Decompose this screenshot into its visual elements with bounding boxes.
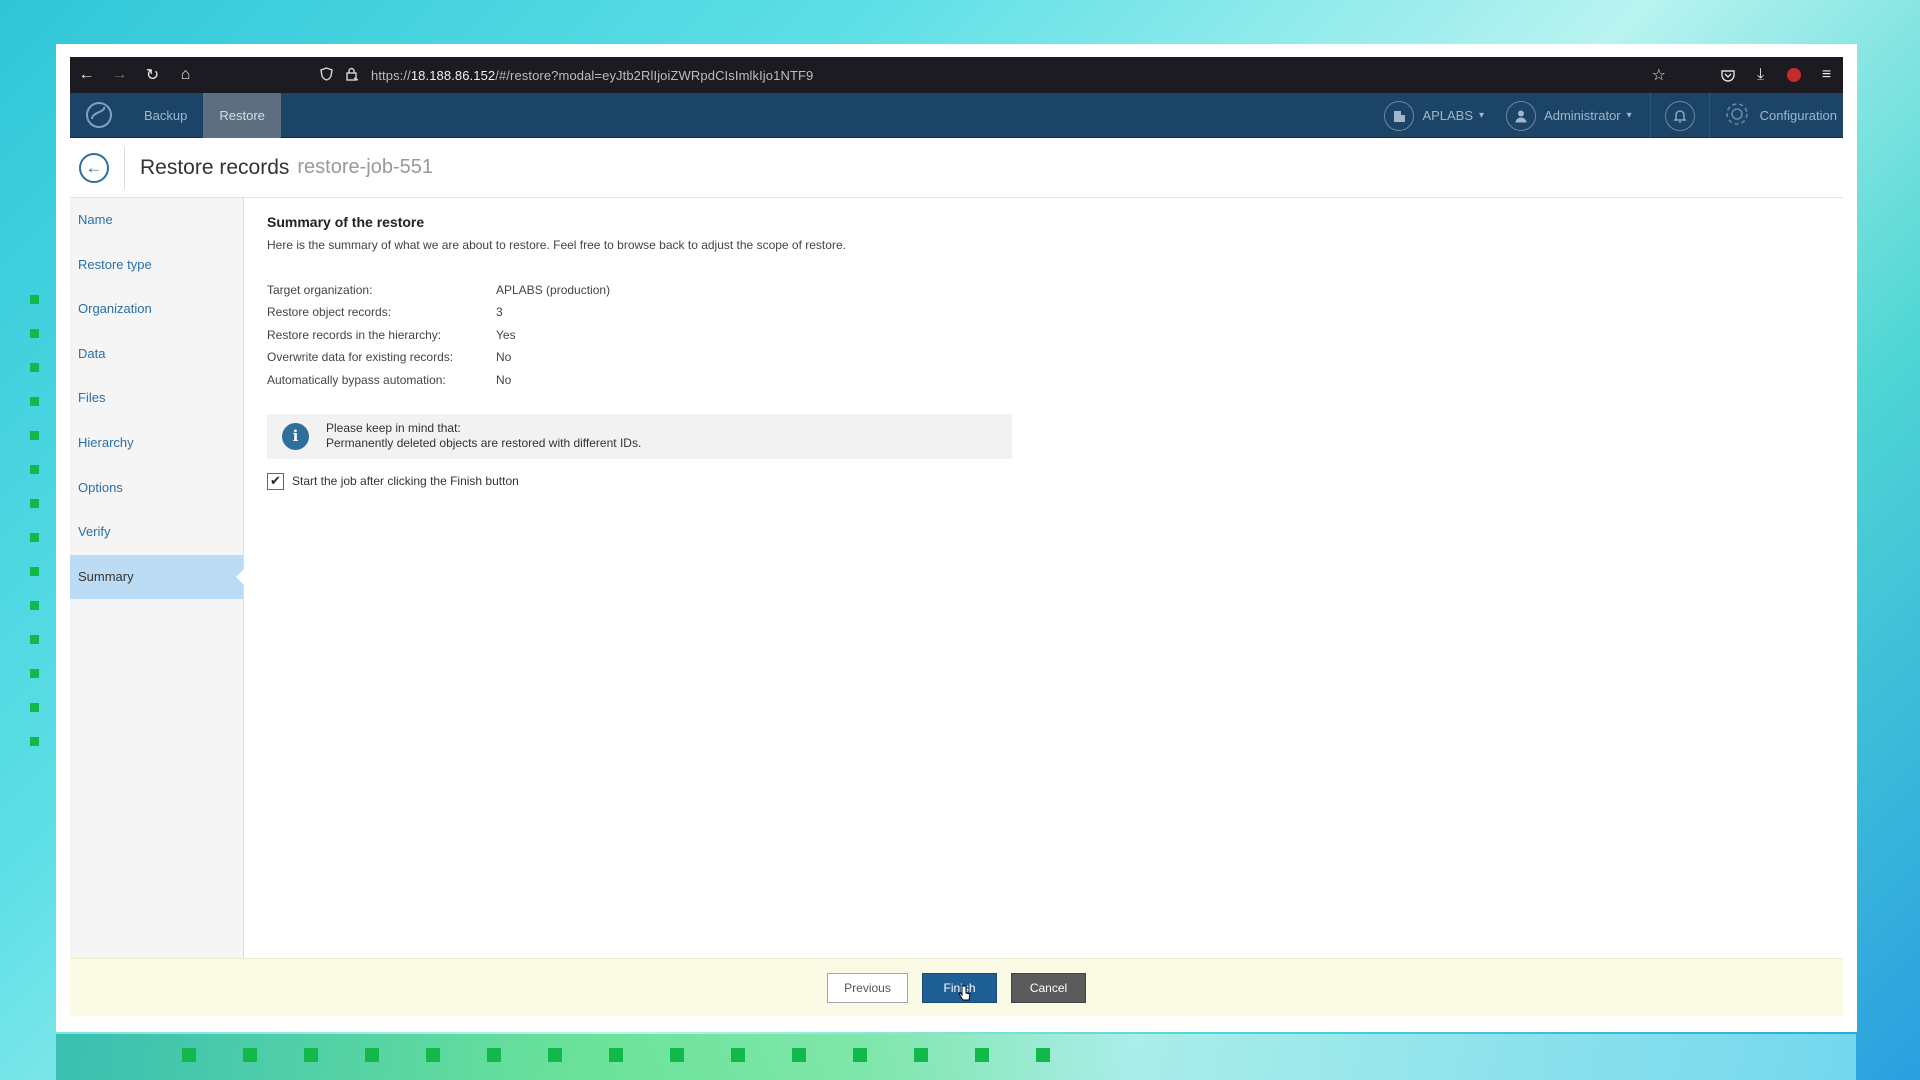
chevron-down-icon: ▾ [1479, 110, 1485, 121]
detail-row: Restore object records: 3 [267, 305, 503, 320]
step-organization[interactable]: Organization [70, 287, 243, 332]
nav-tab-backup[interactable]: Backup [128, 93, 203, 138]
mouse-pointer-icon [958, 985, 971, 1001]
step-data[interactable]: Data [70, 332, 243, 377]
title-divider [124, 146, 125, 189]
cancel-button[interactable]: Cancel [1011, 972, 1086, 1003]
notifications-button[interactable] [1664, 100, 1703, 131]
detail-row: Automatically bypass automation: No [267, 372, 512, 387]
previous-button[interactable]: Previous [827, 972, 908, 1003]
step-files[interactable]: Files [70, 376, 243, 421]
info-icon: i [282, 422, 309, 450]
nav-tab-restore[interactable]: Restore [203, 92, 281, 138]
decorative-dots-horizontal [182, 1048, 1050, 1062]
gear-icon [1722, 99, 1752, 132]
app-logo-icon[interactable] [80, 96, 118, 134]
start-job-option: ✔ Start the job after clicking the Finis… [267, 472, 1767, 490]
step-name[interactable]: Name [70, 198, 243, 243]
step-verify[interactable]: Verify [70, 510, 243, 555]
start-job-checkbox[interactable]: ✔ [267, 472, 284, 490]
org-selector[interactable]: APLABS ▾ [1384, 100, 1485, 131]
ublock-icon[interactable] [1777, 57, 1810, 93]
user-menu[interactable]: Administrator ▾ [1506, 100, 1632, 131]
info-note: i Please keep in mind that: Permanently … [267, 413, 1012, 459]
home-icon[interactable]: ⌂ [169, 57, 202, 93]
bookmark-star-icon[interactable]: ☆ [1652, 65, 1666, 85]
header-divider [1649, 93, 1651, 138]
step-summary[interactable]: Summary [70, 554, 244, 600]
wizard-footer: Previous Finish Cancel [70, 958, 1843, 1016]
step-hierarchy[interactable]: Hierarchy [70, 421, 243, 466]
browser-window: ← → ↻ ⌂ https://18.188.86.152/#/restore?… [70, 57, 1843, 1019]
note-text: Please keep in mind that: Permanently de… [326, 421, 642, 451]
configuration-label: Configuration [1759, 108, 1837, 123]
arrow-left-icon: ← [85, 157, 103, 177]
url-text: https://18.188.86.152/#/restore?modal=ey… [371, 67, 814, 83]
step-restore-type[interactable]: Restore type [70, 243, 243, 288]
download-icon[interactable]: ⤓ [1744, 57, 1777, 93]
lock-icon[interactable] [339, 67, 365, 84]
back-arrow-icon[interactable]: ← [70, 57, 103, 93]
checkmark-icon: ✔ [270, 473, 281, 489]
building-icon [1384, 100, 1415, 131]
section-description: Here is the summary of what we are about… [267, 238, 846, 252]
header-divider [1708, 93, 1710, 138]
user-avatar-icon [1506, 100, 1537, 131]
user-label: Administrator [1544, 108, 1621, 123]
job-name: restore-job-551 [297, 156, 434, 178]
wizard-steps-sidebar: Name Restore type Organization Data File… [70, 198, 244, 958]
summary-panel: Summary of the restore Here is the summa… [267, 214, 1767, 490]
page-title-bar: ← Restore records restore-job-551 [70, 138, 1843, 198]
configuration-button[interactable]: Configuration [1722, 99, 1837, 132]
back-button[interactable]: ← [79, 152, 109, 183]
step-options[interactable]: Options [70, 466, 243, 511]
browser-toolbar: ← → ↻ ⌂ https://18.188.86.152/#/restore?… [70, 57, 1843, 93]
detail-row: Restore records in the hierarchy: Yes [267, 327, 516, 342]
start-job-label[interactable]: Start the job after clicking the Finish … [292, 474, 519, 488]
app-header: Backup Restore APLABS ▾ Administrator ▾ [70, 92, 1843, 138]
summary-details: Target organization: APLABS (production)… [267, 279, 1767, 391]
browser-toolbar-right: ⤓ ≡ [1711, 57, 1843, 93]
shield-icon[interactable] [313, 66, 339, 84]
detail-row: Target organization: APLABS (production) [267, 283, 611, 297]
wizard-content: Name Restore type Organization Data File… [70, 198, 1843, 1019]
bell-icon [1664, 100, 1695, 131]
reload-icon[interactable]: ↻ [136, 57, 169, 93]
detail-row: Overwrite data for existing records: No [267, 350, 512, 365]
section-title: Summary of the restore [267, 214, 425, 230]
pocket-icon[interactable] [1711, 57, 1744, 93]
org-label: APLABS [1422, 108, 1474, 123]
url-bar[interactable]: https://18.188.86.152/#/restore?modal=ey… [313, 60, 1674, 90]
page-title: Restore records [140, 155, 290, 179]
header-right: APLABS ▾ Administrator ▾ Configuration [1362, 93, 1837, 138]
forward-arrow-icon[interactable]: → [103, 57, 136, 93]
hamburger-menu-icon[interactable]: ≡ [1810, 57, 1843, 93]
chevron-down-icon: ▾ [1626, 110, 1632, 121]
decorative-dots-vertical [30, 295, 42, 771]
